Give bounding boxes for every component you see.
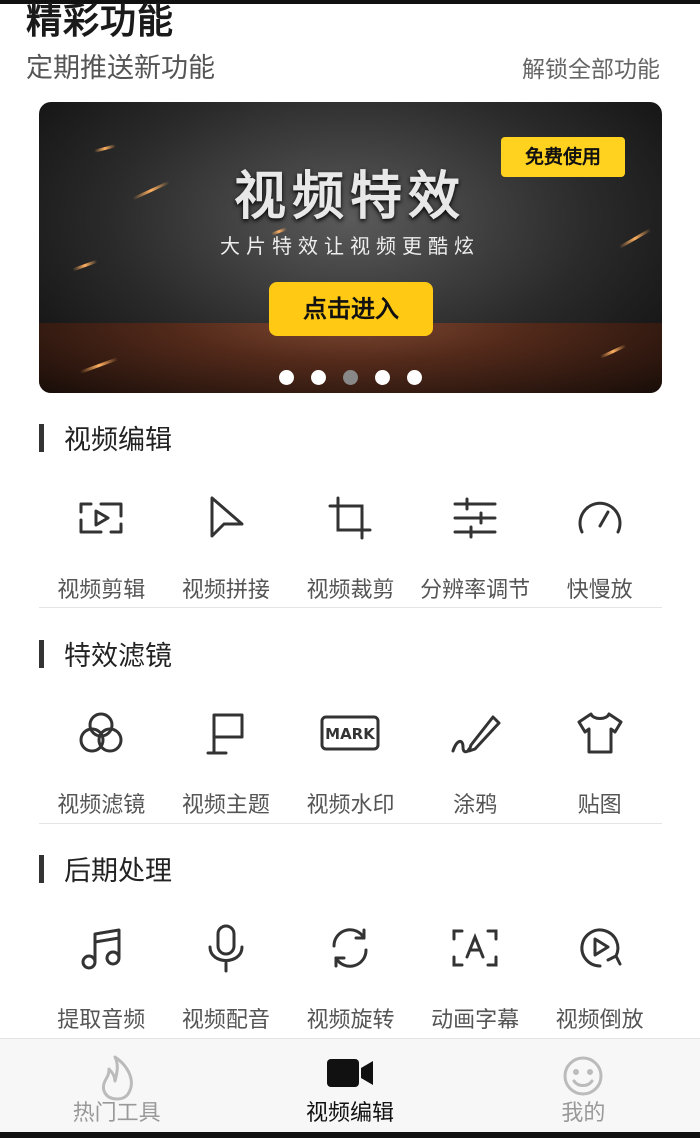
tool-video-filter[interactable]: 视频滤镜: [39, 703, 164, 819]
tool-speed[interactable]: 快慢放: [537, 488, 662, 604]
system-nav-bar: [0, 1132, 700, 1138]
subtitle-icon: [413, 918, 538, 978]
tool-doodle[interactable]: 涂鸦: [413, 703, 538, 819]
tab-label: 热门工具: [72, 1101, 161, 1126]
tool-label: 快慢放: [566, 578, 633, 603]
rotate-icon: [288, 918, 413, 978]
tool-label: 动画字幕: [431, 1008, 520, 1033]
tool-reverse[interactable]: 视频倒放: [537, 918, 662, 1034]
tool-rotate[interactable]: 视频旋转: [288, 918, 413, 1034]
page-subtitle: 定期推送新功能: [26, 53, 215, 84]
tool-label: 涂鸦: [453, 793, 498, 818]
banner-subline: 大片特效让视频更酷炫: [220, 234, 480, 258]
tool-label: 视频拼接: [181, 578, 270, 603]
tab-label: 视频编辑: [305, 1101, 394, 1126]
tool-extract-audio[interactable]: 提取音频: [39, 918, 164, 1034]
tool-video-crop[interactable]: 视频裁剪: [288, 488, 413, 604]
filter-circles-icon: [39, 703, 164, 763]
tool-label: 视频剪辑: [57, 578, 146, 603]
svg-text:MARK: MARK: [326, 725, 377, 743]
video-camera-icon: [326, 1055, 373, 1095]
cursor-play-icon: [164, 488, 289, 548]
section-header-post: 后期处理: [39, 849, 172, 888]
music-note-icon: [39, 918, 164, 978]
sliders-icon: [413, 488, 538, 548]
bottom-tab-bar: 热门工具 视频编辑 我的: [0, 1038, 700, 1133]
carousel-dot[interactable]: [310, 370, 326, 385]
tool-voiceover[interactable]: 视频配音: [164, 918, 289, 1034]
pen-scribble-icon: [413, 703, 538, 763]
tool-video-theme[interactable]: 视频主题: [164, 703, 289, 819]
tool-video-join[interactable]: 视频拼接: [164, 488, 289, 604]
carousel-dot[interactable]: [375, 370, 391, 385]
section-accent-bar: [39, 639, 44, 668]
tool-grid-video-edit: 视频剪辑 视频拼接 视频裁剪 分辨率调节 快慢放: [39, 488, 662, 604]
tool-animated-subtitle[interactable]: 动画字幕: [413, 918, 538, 1034]
flag-icon: [164, 703, 289, 763]
tool-label: 贴图: [577, 793, 622, 818]
tool-resolution[interactable]: 分辨率调节: [413, 488, 538, 604]
unlock-all-link[interactable]: 解锁全部功能: [522, 50, 660, 84]
watermark-icon: MARK: [288, 703, 413, 763]
carousel-dot[interactable]: [278, 370, 294, 385]
video-clip-icon: [39, 488, 164, 548]
section-title: 后期处理: [64, 856, 172, 887]
page-title: 精彩功能: [26, 1, 175, 42]
speedometer-icon: [537, 488, 662, 548]
tool-label: 分辨率调节: [420, 578, 531, 603]
free-badge[interactable]: 免费使用: [501, 137, 625, 177]
tool-watermark[interactable]: MARK 视频水印: [288, 703, 413, 819]
section-divider: [39, 607, 662, 608]
carousel-dot-active[interactable]: [343, 370, 358, 385]
promo-banner[interactable]: 视频特效 大片特效让视频更酷炫 免费使用 点击进入: [39, 102, 662, 393]
carousel-dot[interactable]: [407, 370, 423, 385]
reverse-play-icon: [537, 918, 662, 978]
section-accent-bar: [39, 854, 44, 883]
section-title: 特效滤镜: [64, 641, 172, 672]
tab-label: 我的: [561, 1101, 606, 1126]
tool-label: 视频配音: [181, 1008, 270, 1033]
tshirt-icon: [537, 703, 662, 763]
spark-decoration: [93, 144, 117, 153]
section-accent-bar: [39, 423, 44, 452]
tool-label: 提取音频: [57, 1008, 146, 1033]
spark-decoration: [72, 259, 98, 272]
tool-label: 视频旋转: [306, 1008, 395, 1033]
enter-button[interactable]: 点击进入: [269, 282, 433, 336]
tool-sticker[interactable]: 贴图: [537, 703, 662, 819]
tool-label: 视频滤镜: [57, 793, 146, 818]
tab-mine[interactable]: 我的: [467, 1039, 700, 1133]
tool-label: 视频主题: [181, 793, 270, 818]
tool-video-clip[interactable]: 视频剪辑: [39, 488, 164, 604]
section-title: 视频编辑: [64, 425, 172, 456]
spark-decoration: [618, 228, 652, 249]
tool-label: 视频裁剪: [306, 578, 395, 603]
tab-hot-tools[interactable]: 热门工具: [0, 1039, 233, 1133]
microphone-icon: [164, 918, 289, 978]
tool-grid-effects: 视频滤镜 视频主题 MARK 视频水印 涂鸦 贴图: [39, 703, 662, 819]
tool-label: 视频水印: [306, 793, 395, 818]
tool-label: 视频倒放: [555, 1008, 644, 1033]
section-header-video-edit: 视频编辑: [39, 418, 172, 457]
section-divider: [39, 823, 662, 824]
crop-icon: [288, 488, 413, 548]
tool-grid-post: 提取音频 视频配音 视频旋转 动画字幕 视频倒放: [39, 918, 662, 1034]
tab-video-edit[interactable]: 视频编辑: [233, 1039, 466, 1133]
carousel-indicator: [39, 370, 662, 389]
section-header-effects: 特效滤镜: [39, 634, 172, 673]
